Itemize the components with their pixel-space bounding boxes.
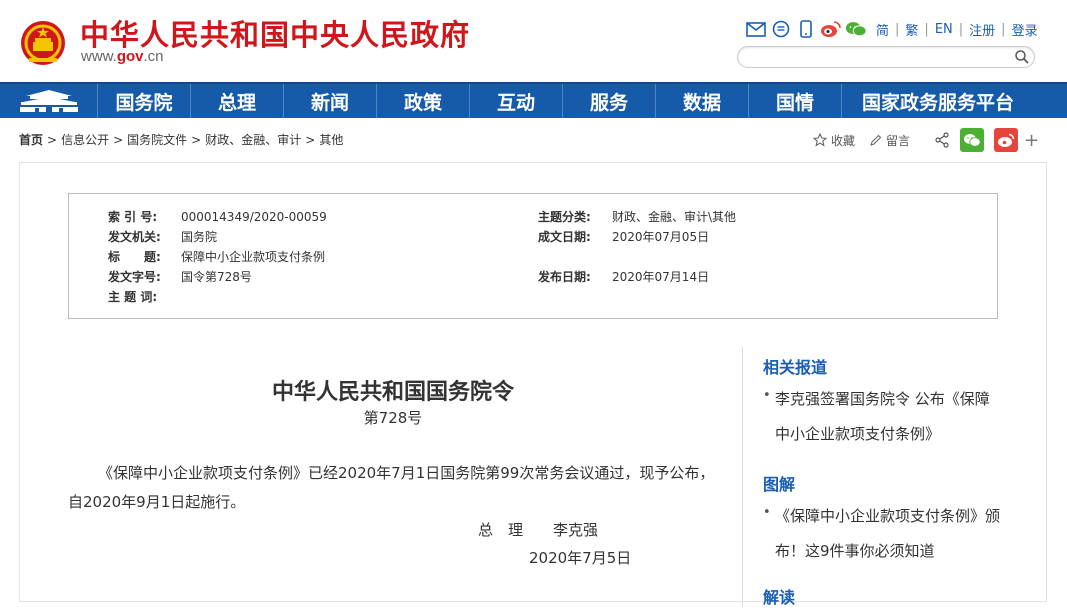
article-number: 第728号 [363, 409, 423, 427]
breadcrumb: 首页 > 信息公开 > 国务院文件 > 财政、金融、审计 > 其他 [19, 131, 343, 148]
article-body: 《保障中小企业款项支付条例》已经2020年7月1日国务院第99次常务会议通过，现… [68, 464, 715, 511]
nav-interaction[interactable]: 互动 [470, 84, 563, 118]
meta-title: 标 题: 保障中小企业款项支付条例 [108, 248, 325, 265]
nav-home-button[interactable] [0, 84, 98, 118]
meta-label: 标 题: [108, 250, 161, 264]
mobile-icon[interactable] [795, 19, 817, 39]
meta-issuer: 发文机关: 国务院 [108, 228, 217, 245]
breadcrumb-separator: > [305, 133, 316, 147]
nav-premier[interactable]: 总理 [191, 84, 284, 118]
nav-national-info[interactable]: 国情 [749, 84, 842, 118]
breadcrumb-info-disclosure[interactable]: 信息公开 [61, 133, 109, 147]
nav-data[interactable]: 数据 [656, 84, 749, 118]
site-header: 中华人民共和国中央人民政府 www.gov.cn 简 | 繁 | EN | 注册 | 登… [0, 0, 1067, 82]
site-domain[interactable]: www.gov.cn [81, 48, 164, 65]
breadcrumb-separator: > [47, 133, 58, 147]
separator: | [924, 21, 929, 37]
chat-icon[interactable] [770, 19, 792, 39]
meta-value: 国务院 [181, 230, 218, 244]
meta-written-date: 成文日期: 2020年07月05日 [538, 228, 709, 245]
article-date: 2020年7月5日 [529, 549, 632, 567]
meta-label: 发文机关: [108, 230, 161, 244]
english-link[interactable]: EN [935, 22, 953, 37]
meta-value: 保障中小企业款项支付条例 [181, 250, 326, 264]
wechat-icon [964, 133, 981, 147]
main-nav: 国务院 总理 新闻 政策 互动 服务 数据 国情 国家政务服务平台 [0, 82, 1067, 118]
column-divider [742, 347, 743, 607]
graphic-heading[interactable]: 图解 [763, 471, 795, 495]
weibo-icon [998, 133, 1015, 147]
meta-value: 2020年07月05日 [612, 230, 710, 244]
meta-label: 主题分类: [538, 210, 591, 224]
page-actions: 收藏 留言 + [813, 126, 1039, 154]
top-tool-links: 简 | 繁 | EN | 注册 | 登录 [745, 18, 1038, 40]
meta-value: 财政、金融、审计\其他 [612, 210, 737, 224]
share-weibo-button[interactable] [994, 128, 1019, 152]
language-and-account-links: 简 | 繁 | EN | 注册 | 登录 [876, 20, 1038, 39]
wechat-icon[interactable] [845, 19, 867, 39]
meta-index-no: 索 引 号: 000014349/2020-00059 [108, 208, 327, 225]
nav-policies[interactable]: 政策 [377, 84, 470, 118]
meta-value: 国令第728号 [181, 270, 252, 284]
meta-label: 主 题 词: [108, 290, 158, 304]
simplified-link[interactable]: 简 [876, 20, 889, 39]
login-link[interactable]: 登录 [1012, 20, 1038, 39]
favorite-button[interactable]: 收藏 [813, 132, 855, 149]
share-icon[interactable] [934, 132, 950, 148]
separator: | [895, 21, 900, 37]
tiananmen-icon [19, 90, 78, 112]
nav-services[interactable]: 服务 [563, 84, 656, 118]
nav-news[interactable]: 新闻 [284, 84, 377, 118]
meta-label: 成文日期: [538, 230, 591, 244]
search-icon[interactable] [1014, 49, 1030, 65]
star-icon [813, 133, 827, 147]
meta-label: 发布日期: [538, 270, 591, 284]
meta-label: 索 引 号: [108, 210, 158, 224]
breadcrumb-home[interactable]: 首页 [19, 133, 43, 147]
breadcrumb-state-council-docs[interactable]: 国务院文件 [127, 133, 187, 147]
bullet: • [763, 505, 771, 520]
search-input[interactable] [737, 46, 1035, 68]
breadcrumb-separator: > [113, 133, 124, 147]
national-emblem-icon[interactable] [19, 18, 67, 68]
more-share-button[interactable]: + [1024, 130, 1039, 151]
breadcrumb-finance[interactable]: 财政、金融、审计 [205, 133, 301, 147]
share-wechat-button[interactable] [960, 128, 985, 152]
domain-suffix: .cn [143, 48, 164, 65]
breadcrumb-separator: > [191, 133, 202, 147]
meta-published-date: 发布日期: 2020年07月14日 [538, 268, 709, 285]
meta-value: 000014349/2020-00059 [181, 210, 327, 224]
pencil-icon [870, 134, 882, 146]
separator: | [1001, 21, 1006, 37]
article-title: 中华人民共和国国务院令 [271, 380, 514, 405]
favorite-label: 收藏 [831, 133, 856, 148]
meta-category: 主题分类: 财政、金融、审计\其他 [538, 208, 736, 225]
separator: | [958, 21, 964, 37]
nav-state-council[interactable]: 国务院 [98, 84, 191, 118]
register-link[interactable]: 注册 [969, 20, 995, 39]
meta-label: 发文字号: [108, 270, 161, 284]
weibo-icon[interactable] [820, 19, 842, 39]
breadcrumb-other[interactable]: 其他 [319, 133, 343, 147]
traditional-link[interactable]: 繁 [905, 20, 918, 39]
nav-gov-service-platform[interactable]: 国家政务服务平台 [842, 84, 1034, 118]
related-report-link[interactable]: 李克强签署国务院令 公布《保障中小企业款项支付条例》 [775, 382, 1000, 452]
domain-prefix: www. [81, 48, 117, 65]
comment-label: 留言 [886, 133, 911, 148]
mail-icon[interactable] [745, 19, 767, 39]
meta-value: 2020年07月14日 [612, 270, 710, 284]
domain-mid: gov [116, 48, 144, 65]
related-reports-heading[interactable]: 相关报道 [763, 354, 827, 378]
meta-keywords: 主 题 词: [108, 288, 181, 305]
interpretation-heading[interactable]: 解读 [763, 584, 795, 608]
meta-doc-no: 发文字号: 国令第728号 [108, 268, 252, 285]
comment-button[interactable]: 留言 [869, 132, 910, 149]
article-signature: 总 理 李克强 [478, 521, 599, 539]
bullet: • [763, 388, 771, 403]
graphic-link[interactable]: 《保障中小企业款项支付条例》颁布！这9件事你必须知道 [775, 499, 1000, 569]
